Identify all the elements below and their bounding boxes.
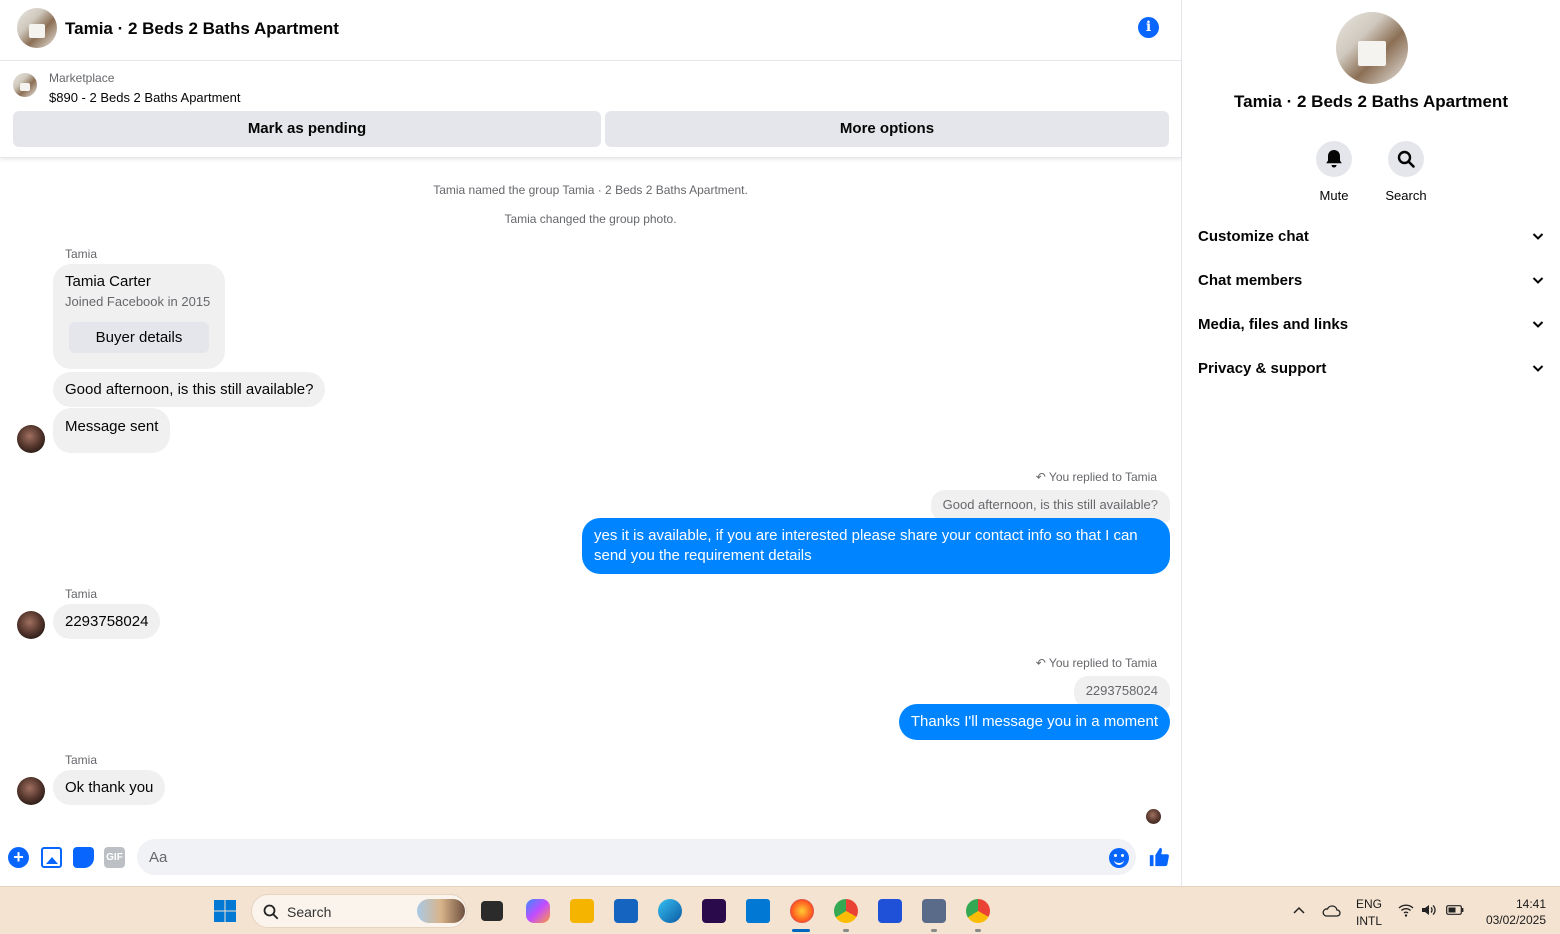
info-icon[interactable]: i	[1138, 17, 1159, 38]
firefox-icon[interactable]	[790, 899, 814, 923]
incoming-message[interactable]: Message sent	[53, 408, 171, 453]
listing-source: Marketplace	[49, 71, 115, 85]
reply-arrow-icon: ↶	[1035, 656, 1046, 670]
chevron-up-icon[interactable]	[1292, 905, 1306, 915]
copilot-icon[interactable]	[526, 899, 550, 923]
buyer-profile-card: Tamia Carter Joined Facebook in 2015 Buy…	[53, 264, 225, 369]
outgoing-message[interactable]: Thanks I'll message you in a moment	[898, 704, 1170, 740]
buyer-details-button[interactable]: Buyer details	[69, 322, 209, 353]
app-icon[interactable]	[702, 899, 726, 923]
incoming-message[interactable]: Good afternoon, is this still available?	[53, 372, 326, 407]
keyboard-layout[interactable]: INTL	[1352, 914, 1386, 928]
listing-thumbnail[interactable]	[13, 73, 37, 97]
wifi-icon[interactable]	[1398, 903, 1414, 917]
buyer-joined-date: Joined Facebook in 2015	[65, 294, 211, 309]
running-indicator	[931, 929, 937, 932]
sender-name: Tamia	[65, 587, 98, 601]
system-message: Tamia changed the group photo.	[504, 212, 677, 226]
action-circle	[1388, 141, 1424, 177]
search-icon	[1397, 150, 1415, 168]
seen-receipt-avatar	[1146, 809, 1161, 824]
buyer-name: Tamia Carter	[65, 273, 151, 290]
panel-title: Tamia · 2 Beds 2 Baths Apartment	[1234, 92, 1508, 111]
emoji-icon[interactable]	[1109, 848, 1129, 868]
sender-avatar[interactable]	[17, 777, 45, 805]
sender-avatar[interactable]	[17, 425, 45, 453]
clock-time[interactable]: 14:41	[1476, 897, 1546, 911]
mute-button[interactable]: Mute	[1299, 141, 1369, 203]
file-explorer-icon[interactable]	[570, 899, 594, 923]
search-in-conversation-button[interactable]: Search	[1371, 141, 1441, 203]
section-customize-chat[interactable]: Customize chat	[1198, 216, 1546, 260]
reply-indicator: ↶ You replied to Tamia	[1036, 470, 1157, 484]
running-indicator	[975, 929, 981, 932]
search-label: Search	[1385, 188, 1427, 203]
battery-icon[interactable]	[1446, 905, 1464, 915]
chevron-down-icon	[1532, 365, 1544, 372]
plus-icon[interactable]: +	[8, 847, 29, 868]
chat-title[interactable]: Tamia · 2 Beds 2 Baths Apartment	[65, 19, 339, 39]
chat-info-panel: Tamia · 2 Beds 2 Baths Apartment Mute Se…	[1182, 0, 1560, 886]
section-media-files-links[interactable]: Media, files and links	[1198, 304, 1546, 348]
gallery-icon[interactable]	[41, 847, 62, 868]
reply-indicator-label: You replied to Tamia	[1048, 470, 1157, 484]
app-icon[interactable]	[878, 899, 902, 923]
chat-pane: Tamia · 2 Beds 2 Baths Apartment i Marke…	[0, 0, 1182, 886]
group-photo[interactable]	[1336, 12, 1408, 84]
incoming-message[interactable]: 2293758024	[53, 604, 161, 639]
windows-start-icon[interactable]	[213, 899, 237, 923]
sender-name: Tamia	[65, 247, 98, 261]
vscode-icon[interactable]	[746, 899, 770, 923]
bell-icon	[1326, 150, 1342, 168]
onedrive-icon[interactable]	[1321, 904, 1341, 918]
messenger-window: Tamia · 2 Beds 2 Baths Apartment i Marke…	[0, 0, 1560, 886]
mute-label: Mute	[1319, 188, 1349, 203]
app-icon[interactable]	[922, 899, 946, 923]
message-input[interactable]	[137, 839, 1136, 875]
chrome-icon[interactable]	[834, 899, 858, 923]
section-chat-members[interactable]: Chat members	[1198, 260, 1546, 304]
taskbar-search[interactable]: Search	[251, 894, 467, 928]
clock-date[interactable]: 03/02/2025	[1470, 913, 1546, 927]
chat-header: Tamia · 2 Beds 2 Baths Apartment i	[0, 0, 1181, 61]
search-icon	[263, 904, 279, 920]
running-indicator	[843, 929, 849, 932]
section-privacy-support[interactable]: Privacy & support	[1198, 348, 1546, 392]
group-avatar[interactable]	[17, 8, 57, 48]
section-label: Customize chat	[1198, 228, 1309, 245]
outgoing-message[interactable]: yes it is available, if you are interest…	[582, 518, 1170, 574]
chevron-down-icon	[1532, 277, 1544, 284]
sender-avatar[interactable]	[17, 611, 45, 639]
marketplace-listing-bar: Marketplace $890 - 2 Beds 2 Baths Apartm…	[0, 61, 1181, 158]
reply-indicator-label: You replied to Tamia	[1048, 656, 1157, 670]
search-highlight-image	[417, 899, 465, 923]
taskbar: Search ENG INTL 14:41 03/02/2025	[0, 886, 1560, 934]
taskbar-search-label: Search	[287, 904, 332, 920]
message-composer: + GIF	[0, 836, 1181, 880]
chrome-profile-icon[interactable]	[966, 899, 990, 923]
listing-title[interactable]: $890 - 2 Beds 2 Baths Apartment	[49, 90, 241, 105]
system-message: Tamia named the group Tamia · 2 Beds 2 B…	[433, 183, 748, 197]
edge-icon[interactable]	[658, 899, 682, 923]
chevron-down-icon	[1532, 321, 1544, 328]
incoming-message[interactable]: Ok thank you	[53, 770, 166, 805]
chevron-down-icon	[1532, 233, 1544, 240]
reply-arrow-icon: ↶	[1035, 470, 1046, 484]
active-app-indicator	[792, 929, 810, 932]
sender-name: Tamia	[65, 753, 98, 767]
section-label: Privacy & support	[1198, 360, 1327, 377]
task-view-icon[interactable]	[481, 901, 503, 921]
input-language[interactable]: ENG	[1352, 897, 1386, 911]
more-options-button[interactable]: More options	[605, 111, 1169, 147]
sticker-icon[interactable]	[73, 847, 94, 868]
section-label: Media, files and links	[1198, 316, 1349, 333]
mark-as-pending-button[interactable]: Mark as pending	[13, 111, 601, 147]
microsoft-store-icon[interactable]	[614, 899, 638, 923]
section-label: Chat members	[1198, 272, 1303, 289]
thumbs-up-icon[interactable]	[1148, 846, 1170, 868]
gif-icon[interactable]: GIF	[104, 847, 125, 868]
volume-icon[interactable]	[1421, 903, 1437, 917]
reply-indicator: ↶ You replied to Tamia	[1036, 656, 1157, 670]
action-circle	[1316, 141, 1352, 177]
